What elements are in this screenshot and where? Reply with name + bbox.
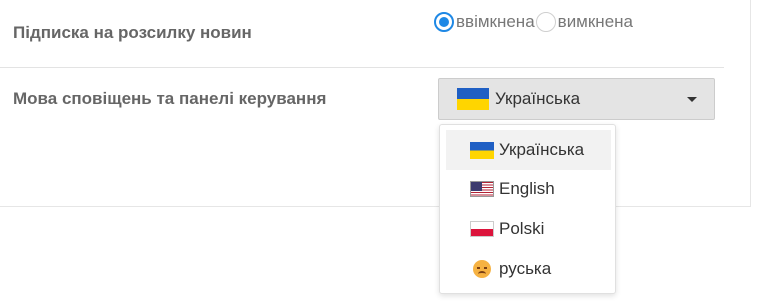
flag-ukraine-icon: [457, 88, 489, 110]
settings-card: Підписка на розсилку новин ввімкнена вим…: [0, 0, 751, 207]
language-option-label: руська: [499, 259, 552, 278]
flag-poland-icon: [470, 221, 494, 237]
language-option-label: English: [499, 179, 555, 198]
language-option-polish[interactable]: Polski: [446, 209, 611, 249]
language-dropdown-menu: Українська English Polski руська: [439, 124, 616, 294]
language-option-ukrainian[interactable]: Українська: [446, 130, 611, 170]
language-select[interactable]: Українська: [438, 78, 715, 120]
flag-ukraine-icon: [470, 141, 494, 159]
language-option-label: Polski: [499, 219, 545, 238]
disappointed-face-icon: [473, 260, 491, 278]
radio-newsletter-off-label[interactable]: вимкнена: [558, 12, 633, 32]
radio-newsletter-on[interactable]: [434, 12, 454, 32]
radio-newsletter-off[interactable]: [535, 12, 556, 32]
language-label: Мова сповіщень та панелі керування: [13, 89, 327, 108]
language-option-russian[interactable]: руська: [446, 249, 611, 289]
newsletter-radio-group: ввімкнена вимкнена: [434, 12, 634, 32]
newsletter-label: Підписка на розсилку новин: [13, 23, 252, 42]
row-divider: [0, 67, 724, 68]
flag-usa-icon: [470, 181, 494, 197]
chevron-down-icon: [687, 97, 697, 102]
language-option-english[interactable]: English: [446, 169, 611, 209]
radio-newsletter-on-label[interactable]: ввімкнена: [456, 12, 535, 32]
language-select-value: Українська: [495, 89, 581, 108]
language-option-label: Українська: [499, 140, 585, 159]
